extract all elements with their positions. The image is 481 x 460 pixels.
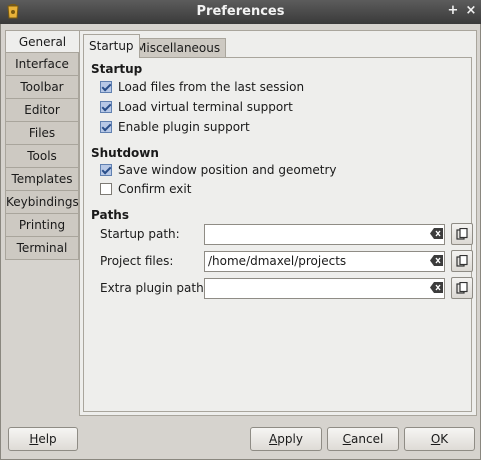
browse-startup-path-button[interactable] xyxy=(451,223,473,245)
cancel-mnemonic: C xyxy=(342,432,352,446)
open-folder-icon xyxy=(456,228,468,240)
checkbox-label: Enable plugin support xyxy=(118,120,250,134)
browse-extra-plugin-path-button[interactable] xyxy=(451,277,473,299)
general-panel: Startup Miscellaneous Startup Load files… xyxy=(79,30,477,416)
checkbox-checked-icon[interactable] xyxy=(100,164,112,176)
checkbox-label: Load files from the last session xyxy=(118,80,305,94)
preferences-dialog: General Interface Toolbar Editor Files T… xyxy=(0,24,481,460)
checkbox-label: Save window position and geometry xyxy=(118,163,337,177)
clear-entry-icon[interactable] xyxy=(430,255,443,266)
ok-mnemonic: O xyxy=(430,432,441,446)
window-title: Preferences xyxy=(196,4,285,19)
cancel-label: ancel xyxy=(351,432,384,446)
extra-plugin-path-input[interactable] xyxy=(204,278,445,299)
sidebar-item-toolbar[interactable]: Toolbar xyxy=(5,76,79,99)
project-files-input[interactable]: /home/dmaxel/projects xyxy=(204,251,445,272)
project-files-label: Project files: xyxy=(100,254,174,268)
sidebar-item-templates[interactable]: Templates xyxy=(5,168,79,191)
help-button[interactable]: Help xyxy=(8,427,78,451)
load-last-session-checkbox[interactable]: Load files from the last session xyxy=(100,79,304,95)
tab-startup[interactable]: Startup xyxy=(83,34,140,58)
tab-miscellaneous[interactable]: Miscellaneous xyxy=(130,38,227,58)
title-bar: Preferences + × xyxy=(0,0,481,24)
open-folder-icon xyxy=(456,282,468,294)
startup-path-label: Startup path: xyxy=(100,227,180,241)
apply-label: pply xyxy=(277,432,303,446)
ok-button[interactable]: OK xyxy=(404,427,475,451)
open-folder-icon xyxy=(456,255,468,267)
sidebar-item-general[interactable]: General xyxy=(5,30,80,53)
sidebar-item-printing[interactable]: Printing xyxy=(5,214,79,237)
shutdown-heading: Shutdown xyxy=(91,146,159,160)
clear-entry-icon[interactable] xyxy=(430,282,443,293)
sidebar-item-interface[interactable]: Interface xyxy=(5,53,79,76)
extra-plugin-path-label: Extra plugin path: xyxy=(100,281,208,295)
cancel-button[interactable]: Cancel xyxy=(327,427,399,451)
close-icon[interactable]: × xyxy=(462,2,480,20)
startup-tab-content: Startup Load files from the last session… xyxy=(83,57,473,412)
paths-heading: Paths xyxy=(91,208,129,222)
maximize-plus-icon[interactable]: + xyxy=(444,2,462,20)
save-geometry-checkbox[interactable]: Save window position and geometry xyxy=(100,162,337,178)
load-vte-checkbox[interactable]: Load virtual terminal support xyxy=(100,99,293,115)
startup-path-input[interactable] xyxy=(204,224,445,245)
enable-plugins-checkbox[interactable]: Enable plugin support xyxy=(100,119,250,135)
browse-project-files-button[interactable] xyxy=(451,250,473,272)
help-label: elp xyxy=(38,432,57,446)
sidebar-item-keybindings[interactable]: Keybindings xyxy=(5,191,79,214)
sidebar-item-editor[interactable]: Editor xyxy=(5,99,79,122)
checkbox-label: Confirm exit xyxy=(118,182,192,196)
sidebar-item-tools[interactable]: Tools xyxy=(5,145,79,168)
help-mnemonic: H xyxy=(29,432,39,446)
checkbox-unchecked-icon[interactable] xyxy=(100,183,112,195)
sidebar-item-files[interactable]: Files xyxy=(5,122,79,145)
ok-label: K xyxy=(440,432,449,446)
checkbox-label: Load virtual terminal support xyxy=(118,100,293,114)
startup-heading: Startup xyxy=(91,62,143,76)
checkbox-checked-icon[interactable] xyxy=(100,81,112,93)
clear-entry-icon[interactable] xyxy=(430,228,443,239)
confirm-exit-checkbox[interactable]: Confirm exit xyxy=(100,181,191,197)
sidebar-item-terminal[interactable]: Terminal xyxy=(5,237,79,260)
checkbox-checked-icon[interactable] xyxy=(100,101,112,113)
apply-button[interactable]: Apply xyxy=(250,427,322,451)
sidebar-tabs: General Interface Toolbar Editor Files T… xyxy=(5,30,80,260)
checkbox-checked-icon[interactable] xyxy=(100,121,112,133)
